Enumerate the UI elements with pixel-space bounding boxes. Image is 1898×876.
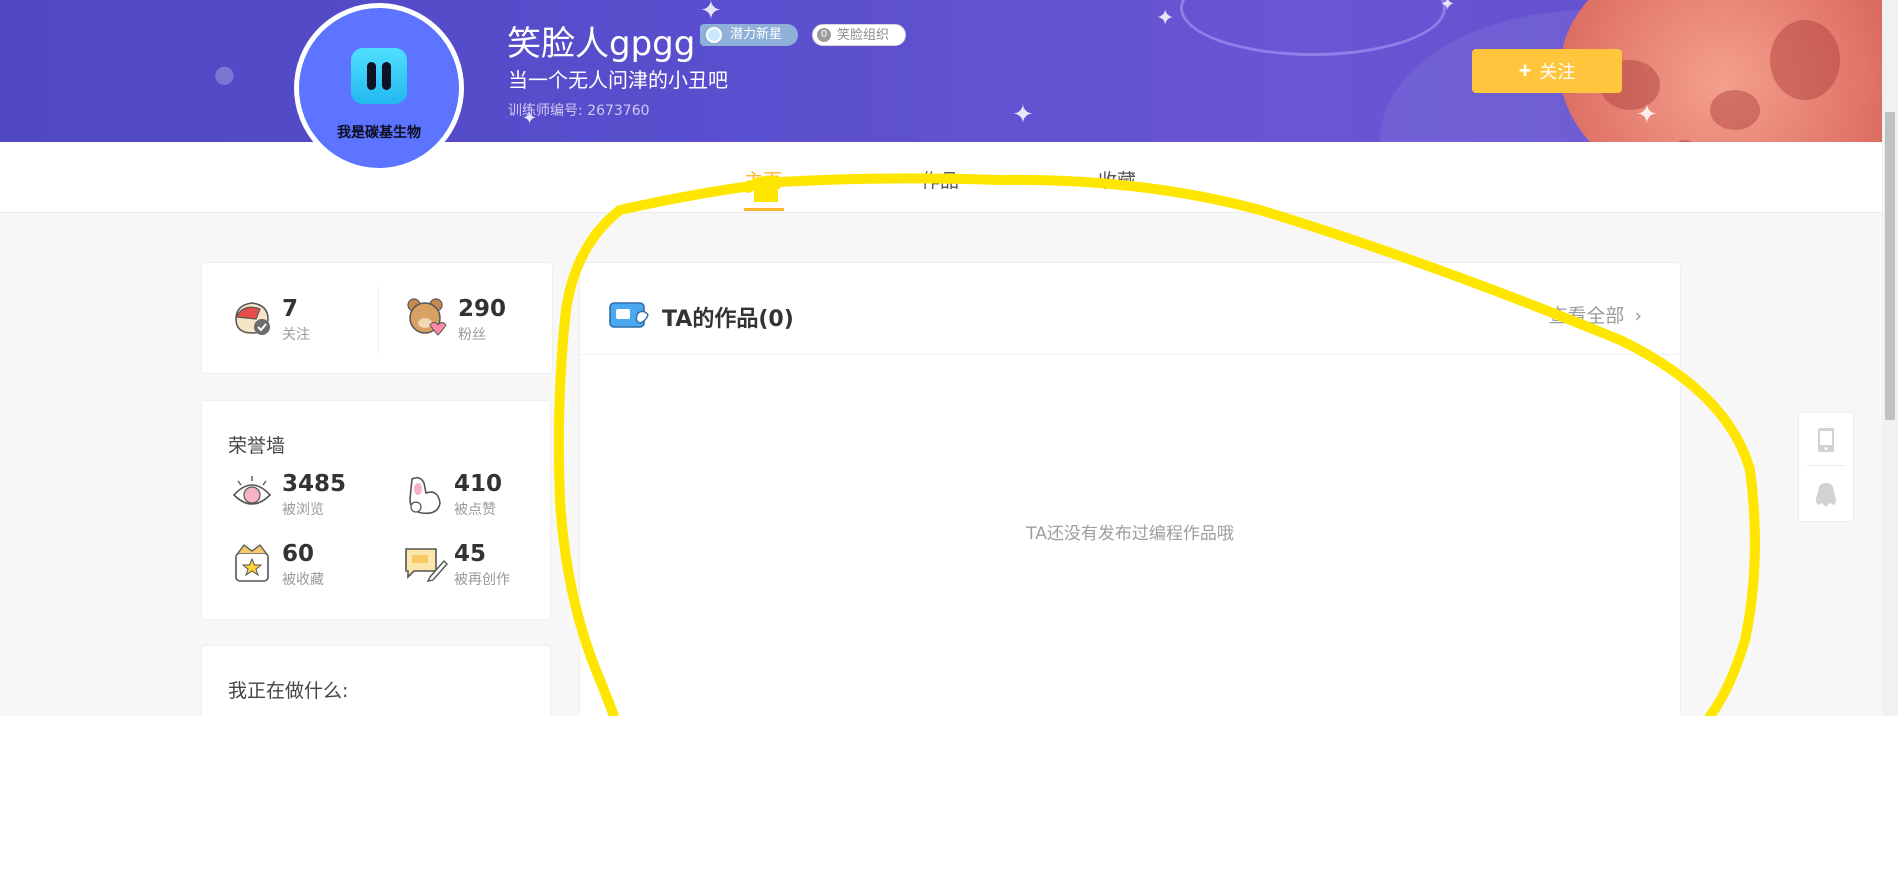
likes-count: 410 xyxy=(454,471,503,497)
follow-stats-card: 7 关注 290 粉丝 xyxy=(201,262,553,374)
view-all-link[interactable]: 查看全部 › xyxy=(1548,301,1642,328)
sparkle-icon: ✦ xyxy=(1636,100,1658,130)
follow-button[interactable]: + 关注 xyxy=(1472,49,1622,93)
avatar-text: 我是碳基生物 xyxy=(337,125,421,141)
tab-home[interactable]: 主页 xyxy=(744,166,782,193)
views-count: 3485 xyxy=(282,471,347,497)
sparkle-icon: ✦ xyxy=(1156,6,1175,31)
following-count: 7 xyxy=(282,296,299,322)
works-header-divider xyxy=(580,354,1680,355)
remix-label: 被再创作 xyxy=(454,572,510,588)
like-hand-icon xyxy=(409,476,441,515)
doing-title: 我正在做什么: xyxy=(228,680,349,702)
page-viewport: ✦ ✦ ✦ ✦ ✦ ✦ ● 我是碳基生物 笑脸人gpgg 潜力新星 0 笑脸组织… xyxy=(0,0,1898,716)
works-empty-message: TA还没有发布过编程作品哦 xyxy=(1026,524,1234,544)
following-label: 关注 xyxy=(282,327,310,343)
trainer-id: 训练师编号: 2673760 xyxy=(508,103,650,119)
doing-card: 我正在做什么: xyxy=(201,645,551,716)
eye-icon xyxy=(232,476,272,505)
sparkle-icon: ✦ xyxy=(1012,100,1034,130)
profile-name: 笑脸人gpgg xyxy=(507,24,696,64)
pause-icon xyxy=(351,48,407,104)
follow-label: 关注 xyxy=(1539,62,1576,82)
honor-wall-title: 荣誉墙 xyxy=(228,435,286,457)
tab-works[interactable]: 作品 xyxy=(921,166,959,193)
fans-count: 290 xyxy=(458,296,507,322)
badge-rising-star[interactable]: 潜力新星 xyxy=(700,24,798,46)
favorites-count: 60 xyxy=(282,541,315,567)
side-toolbar xyxy=(1798,412,1854,522)
mobile-phone-icon[interactable] xyxy=(1816,427,1836,453)
following-cat-icon xyxy=(235,302,270,335)
active-tab-indicator xyxy=(744,208,784,211)
org-count: 0 xyxy=(817,28,831,42)
badge-label: 潜力新星 xyxy=(730,27,783,42)
favorites-label: 被收藏 xyxy=(282,572,324,588)
avatar[interactable]: 我是碳基生物 xyxy=(294,3,464,173)
honor-wall-card: 荣誉墙 3485 被浏览 410 被点赞 60 被收藏 45 被再创作 xyxy=(201,400,551,620)
blank-area xyxy=(0,716,1898,876)
remix-count: 45 xyxy=(454,541,487,567)
badge-label: 笑脸组织 xyxy=(837,28,890,43)
chevron-right-icon: › xyxy=(1634,305,1642,327)
qq-penguin-icon[interactable] xyxy=(1814,481,1838,509)
sparkle-icon: ● xyxy=(214,60,235,88)
fans-bear-icon xyxy=(407,298,447,336)
stat-fans[interactable]: 290 粉丝 xyxy=(379,263,554,375)
sparkle-icon: ✦ xyxy=(700,0,722,26)
favorite-box-icon xyxy=(235,544,269,582)
tab-favorites[interactable]: 收藏 xyxy=(1098,166,1136,193)
star-badge-icon xyxy=(706,27,722,43)
scrollbar[interactable] xyxy=(1882,0,1898,716)
views-label: 被浏览 xyxy=(282,502,324,518)
badge-organization[interactable]: 0 笑脸组织 xyxy=(812,24,906,46)
banner-wave xyxy=(1180,0,1446,56)
sparkle-icon: ✦ xyxy=(1440,0,1456,15)
stat-following[interactable]: 7 关注 xyxy=(202,263,377,375)
fans-label: 粉丝 xyxy=(458,327,486,343)
works-folder-icon xyxy=(609,302,649,328)
plus-icon: + xyxy=(1518,58,1532,83)
likes-label: 被点赞 xyxy=(454,502,496,518)
profile-tabs: 主页 作品 收藏 xyxy=(0,142,1882,213)
works-title: TA的作品(0) xyxy=(662,307,794,332)
view-all-label: 查看全部 xyxy=(1548,305,1625,327)
remix-pencil-icon xyxy=(405,548,448,582)
side-tool-divider xyxy=(1807,465,1845,466)
scrollbar-thumb[interactable] xyxy=(1885,112,1895,420)
profile-bio: 当一个无人问津的小丑吧 xyxy=(508,68,728,92)
works-card: TA的作品(0) 查看全部 › TA还没有发布过编程作品哦 xyxy=(579,262,1681,716)
